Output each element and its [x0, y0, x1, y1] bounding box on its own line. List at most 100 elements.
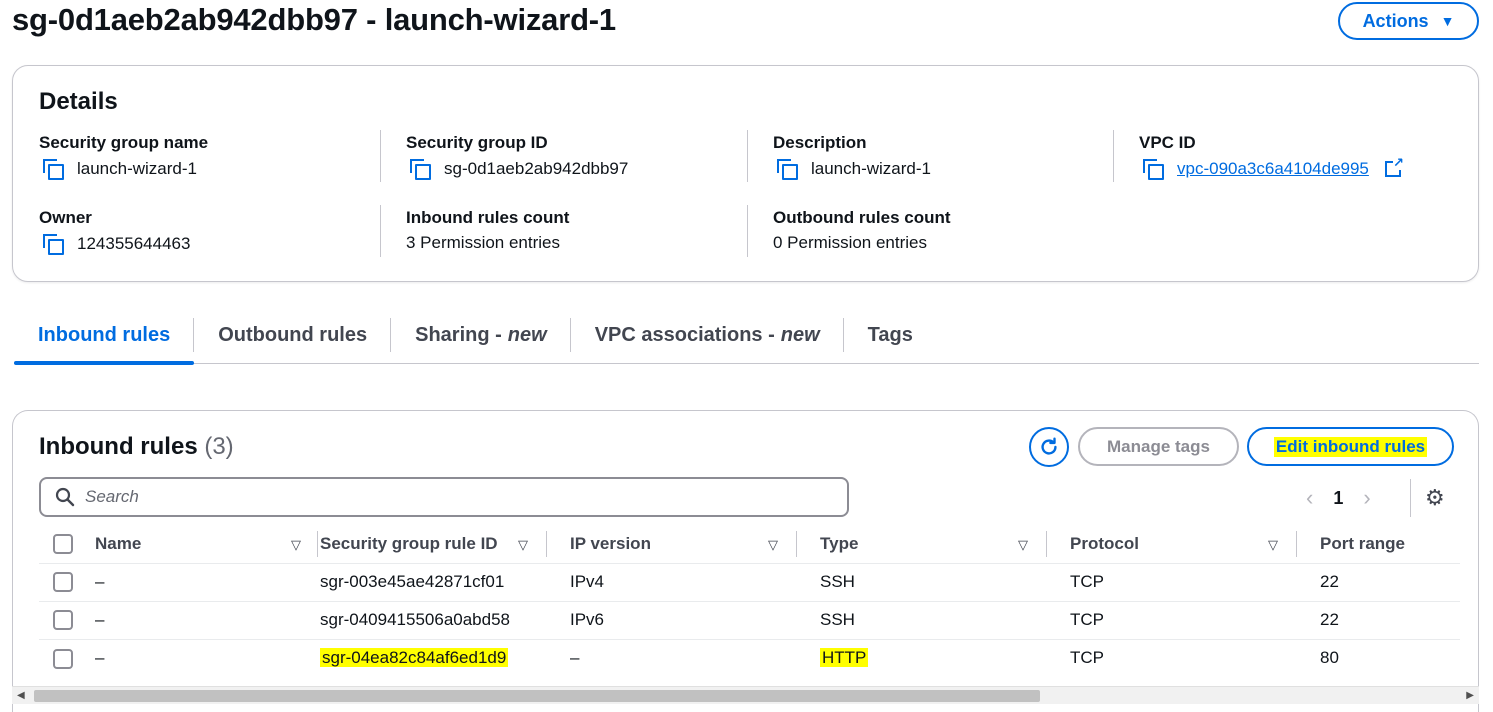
cell-port-range: 22	[1320, 600, 1460, 639]
copy-icon[interactable]	[1141, 158, 1165, 180]
sort-icon[interactable]: ▽	[291, 537, 301, 553]
caret-down-icon: ▼	[1440, 13, 1455, 29]
cell-ip-version: IPv6	[570, 600, 820, 639]
field-value: launch-wizard-1	[811, 159, 931, 178]
copy-icon[interactable]	[41, 233, 65, 255]
field-outbound-rules-count: Outbound rules count 0 Permission entrie…	[773, 208, 951, 253]
tab-label: VPC associations -	[594, 324, 775, 346]
details-heading: Details	[39, 88, 118, 115]
sort-icon[interactable]: ▽	[518, 537, 528, 553]
row-checkbox[interactable]	[53, 610, 73, 631]
field-value: launch-wizard-1	[77, 159, 197, 178]
scroll-right-icon[interactable]: ▶	[1466, 690, 1474, 701]
row-checkbox[interactable]	[53, 572, 73, 593]
copy-icon[interactable]	[775, 158, 799, 180]
column-label: Name	[95, 533, 142, 553]
scrollbar-thumb[interactable]	[34, 690, 1040, 702]
copy-icon[interactable]	[41, 158, 65, 180]
column-header-ip-version[interactable]: IP version ▽	[570, 525, 820, 563]
field-description: Description launch-wizard-1	[773, 133, 931, 180]
column-divider[interactable]	[317, 531, 318, 557]
rules-count: (3)	[204, 433, 234, 460]
column-label: Security group rule ID	[320, 533, 498, 553]
sort-icon[interactable]: ▽	[1268, 537, 1278, 553]
field-inbound-rules-count: Inbound rules count 3 Permission entries	[406, 208, 569, 253]
field-security-group-name: Security group name launch-wizard-1	[39, 133, 208, 180]
edit-inbound-rules-button[interactable]: Edit inbound rules	[1247, 427, 1454, 466]
row-checkbox[interactable]	[53, 648, 73, 669]
column-label: IP version	[570, 533, 651, 553]
page-title: sg-0d1aeb2ab942dbb97 - launch-wizard-1	[12, 2, 616, 37]
field-value: sg-0d1aeb2ab942dbb97	[444, 159, 629, 178]
column-label: Protocol	[1070, 533, 1139, 553]
tab-bar: Inbound rules Outbound rules Sharing - ne…	[14, 316, 1479, 365]
column-header-protocol[interactable]: Protocol ▽	[1070, 525, 1320, 563]
copy-icon[interactable]	[408, 158, 432, 180]
cell-rule-id: sgr-0409415506a0abd58	[320, 600, 570, 639]
table-row[interactable]: – sgr-003e45ae42871cf01 IPv4 SSH TCP 22	[39, 562, 1460, 601]
actions-label: Actions	[1362, 10, 1429, 31]
cell-port-range: 80	[1320, 638, 1460, 677]
cell-type: SSH	[820, 562, 1070, 601]
next-page-icon[interactable]: ›	[1363, 485, 1370, 511]
gear-icon[interactable]: ⚙	[1425, 485, 1445, 511]
inbound-rules-table: Name ▽ Security group rule ID ▽ IP version…	[39, 525, 1460, 677]
cell-type: SSH	[820, 600, 1070, 639]
field-value: 124355644463	[77, 234, 191, 253]
details-panel: Details Security group name launch-wizar…	[12, 65, 1479, 282]
tab-inbound-rules[interactable]: Inbound rules	[14, 316, 195, 365]
sort-icon[interactable]: ▽	[768, 537, 778, 553]
cell-ip-version: IPv4	[570, 562, 820, 601]
field-value: 3 Permission entries	[406, 233, 561, 252]
cell-name: –	[95, 638, 320, 677]
cell-rule-id: sgr-003e45ae42871cf01	[320, 562, 570, 601]
field-value: 0 Permission entries	[773, 233, 928, 252]
search-input[interactable]	[85, 487, 785, 507]
pager-divider	[1410, 479, 1411, 517]
cell-type: HTTP	[820, 638, 1070, 677]
tab-sharing[interactable]: Sharing - new	[391, 316, 571, 364]
tab-label: Inbound rules	[38, 324, 171, 346]
cell-name: –	[95, 562, 320, 601]
refresh-button[interactable]	[1029, 427, 1069, 467]
field-label: Description	[773, 133, 867, 152]
column-divider[interactable]	[1046, 531, 1047, 557]
previous-page-icon[interactable]: ‹	[1306, 485, 1313, 511]
horizontal-scrollbar[interactable]: ◀ ▶	[12, 686, 1479, 704]
search-icon	[55, 487, 75, 507]
external-link-icon[interactable]	[1384, 156, 1404, 177]
select-all-checkbox[interactable]	[53, 534, 73, 554]
search-field[interactable]	[39, 477, 849, 517]
column-divider	[747, 130, 748, 182]
column-header-port-range[interactable]: Port range	[1320, 525, 1460, 563]
tab-label: Outbound rules	[218, 324, 368, 346]
field-label: Inbound rules count	[406, 208, 570, 227]
cell-protocol: TCP	[1070, 638, 1320, 677]
field-vpc-id: VPC ID vpc-090a3c6a4104de995	[1139, 133, 1404, 180]
cell-rule-id: sgr-04ea82c84af6ed1d9	[320, 638, 570, 677]
edit-inbound-rules-label: Edit inbound rules	[1273, 436, 1428, 457]
refresh-icon	[1041, 437, 1057, 455]
column-header-type[interactable]: Type ▽	[820, 525, 1070, 563]
cell-protocol: TCP	[1070, 600, 1320, 639]
scroll-left-icon[interactable]: ◀	[17, 690, 25, 701]
sort-icon[interactable]: ▽	[1018, 537, 1028, 553]
tab-new-badge: new	[780, 324, 820, 346]
table-row[interactable]: – sgr-04ea82c84af6ed1d9 – HTTP TCP 80	[39, 638, 1460, 677]
vpc-id-link[interactable]: vpc-090a3c6a4104de995	[1177, 159, 1369, 179]
column-divider[interactable]	[546, 531, 547, 557]
field-label: Outbound rules count	[773, 208, 951, 227]
actions-button[interactable]: Actions ▼	[1338, 2, 1479, 40]
tab-outbound-rules[interactable]: Outbound rules	[194, 316, 392, 364]
column-divider	[747, 205, 748, 257]
column-divider[interactable]	[796, 531, 797, 557]
tab-vpc-associations[interactable]: VPC associations - new	[571, 316, 844, 364]
manage-tags-button[interactable]: Manage tags	[1078, 427, 1239, 466]
current-page[interactable]: 1	[1333, 488, 1343, 509]
tab-tags[interactable]: Tags	[844, 316, 937, 364]
column-header-name[interactable]: Name ▽	[95, 525, 320, 563]
select-all-cell	[39, 525, 95, 563]
column-header-rule-id[interactable]: Security group rule ID ▽	[320, 525, 570, 563]
column-divider[interactable]	[1296, 531, 1297, 557]
table-row[interactable]: – sgr-0409415506a0abd58 IPv6 SSH TCP 22	[39, 600, 1460, 639]
